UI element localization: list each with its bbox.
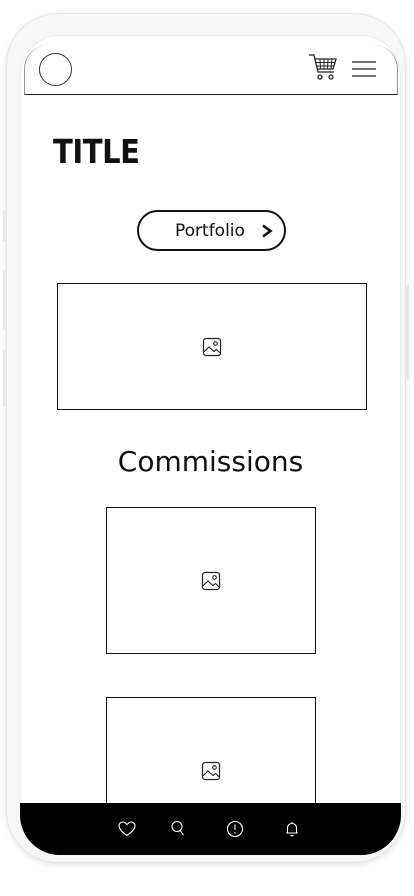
- hero-image-placeholder[interactable]: [57, 283, 367, 410]
- page-title: TITLE: [53, 132, 140, 171]
- chevron-right-icon: [262, 224, 273, 238]
- phone-volume-down-button: [3, 349, 6, 407]
- portfolio-button[interactable]: Portfolio: [137, 210, 286, 251]
- heart-icon[interactable]: [117, 819, 137, 839]
- shopping-cart-icon[interactable]: [307, 51, 339, 83]
- portfolio-button-label: Portfolio: [175, 221, 245, 241]
- phone-power-button: [406, 285, 409, 380]
- search-icon[interactable]: [168, 819, 188, 839]
- image-placeholder-icon: [201, 571, 221, 590]
- avatar[interactable]: [39, 53, 72, 86]
- bottom-navigation-bar: [20, 803, 401, 855]
- app-screen: TITLE Portfolio Commissions: [20, 35, 401, 855]
- phone-side-button: [3, 210, 6, 242]
- image-placeholder-icon: [201, 761, 221, 781]
- image-placeholder-icon: [202, 337, 222, 356]
- phone-volume-up-button: [3, 271, 6, 329]
- top-app-bar: [24, 45, 398, 95]
- commission-image-placeholder[interactable]: [106, 507, 316, 654]
- bell-icon[interactable]: [282, 819, 302, 839]
- hamburger-menu-icon[interactable]: [352, 59, 376, 79]
- phone-frame: TITLE Portfolio Commissions: [3, 13, 409, 863]
- alert-circle-icon[interactable]: [225, 819, 245, 839]
- commissions-heading: Commissions: [117, 445, 304, 478]
